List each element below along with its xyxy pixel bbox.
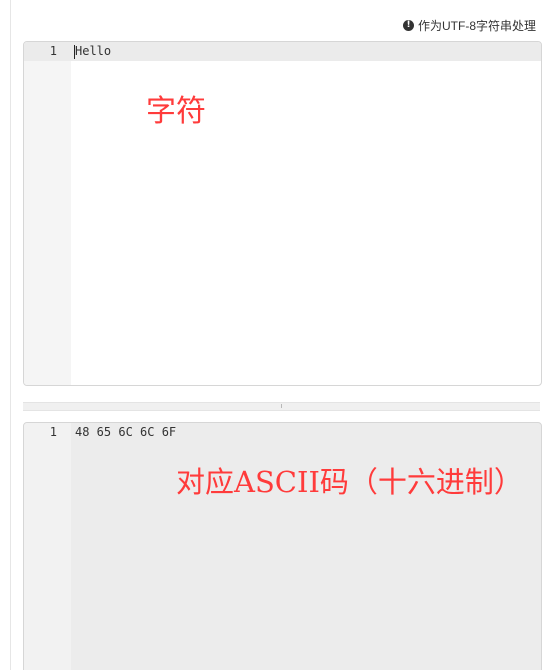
input-gutter <box>24 42 71 385</box>
input-line-number: 1 <box>49 44 57 58</box>
output-editor[interactable]: 1 48 65 6C 6C 6F 对应ASCII码（十六进制） <box>23 422 542 670</box>
output-annotation: 对应ASCII码（十六进制） <box>176 465 523 499</box>
left-panel-edge <box>0 0 11 670</box>
output-text[interactable]: 48 65 6C 6C 6F <box>75 425 176 439</box>
pane-splitter[interactable] <box>23 402 540 411</box>
encoding-hint-text: 作为UTF-8字符串处理 <box>418 19 536 33</box>
input-text[interactable]: Hello <box>75 44 111 58</box>
info-icon: ! <box>403 20 414 31</box>
output-gutter <box>24 423 71 670</box>
input-annotation: 字符 <box>146 94 206 129</box>
encoding-hint[interactable]: ! 作为UTF-8字符串处理 <box>403 17 536 34</box>
page: ! 作为UTF-8字符串处理 1 Hello 字符 1 48 65 6C 6C … <box>0 0 554 670</box>
text-cursor <box>74 45 75 59</box>
input-editor[interactable]: 1 Hello 字符 <box>23 41 542 386</box>
output-line-number: 1 <box>49 425 57 439</box>
splitter-grip[interactable] <box>281 404 282 408</box>
